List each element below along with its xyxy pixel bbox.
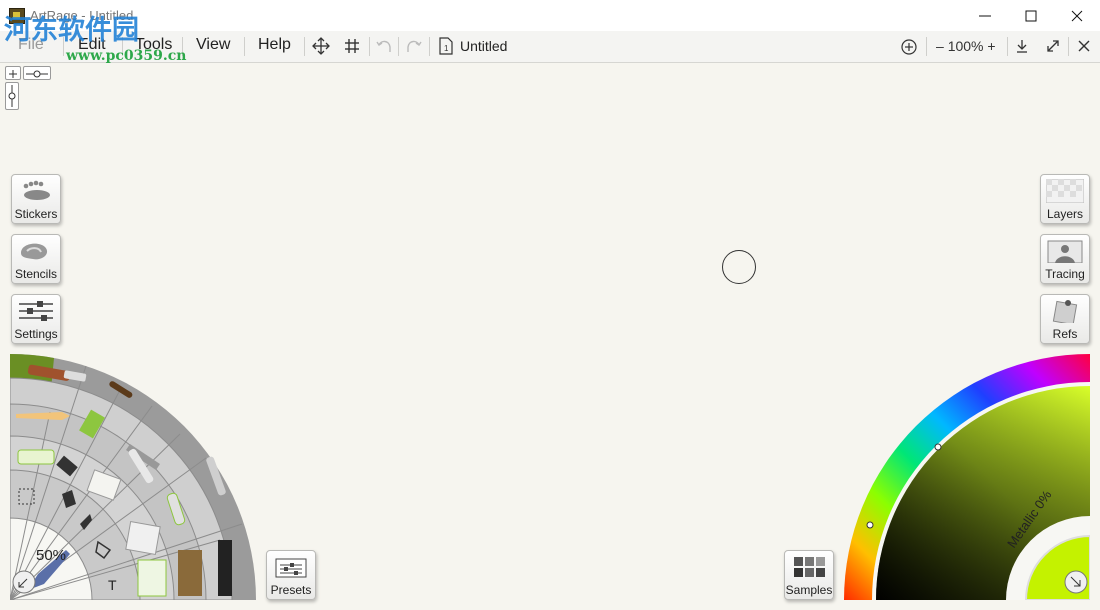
- brush-cursor: [722, 250, 756, 284]
- zoom-out-icon[interactable]: –: [936, 38, 944, 54]
- separator: [244, 37, 245, 56]
- menu-help[interactable]: Help: [258, 36, 291, 54]
- settings-sliders-icon: [19, 301, 53, 321]
- zoom-control[interactable]: – 100% +: [936, 38, 996, 54]
- rotate-canvas-button[interactable]: [899, 36, 919, 56]
- minimize-button[interactable]: [962, 0, 1008, 31]
- svg-text:T: T: [108, 577, 117, 593]
- stencils-label: Stencils: [14, 267, 58, 281]
- rotate-icon: [901, 39, 917, 55]
- close-window-button[interactable]: [1054, 0, 1100, 31]
- layers-label: Layers: [1046, 207, 1084, 221]
- tracing-button[interactable]: Tracing: [1040, 234, 1090, 284]
- separator: [369, 37, 370, 56]
- separator: [398, 37, 399, 56]
- redo-button[interactable]: [404, 36, 424, 56]
- redo-icon: [407, 40, 422, 52]
- stencil-icon: [21, 243, 48, 260]
- separator: [1007, 37, 1008, 56]
- presets-button[interactable]: Presets: [266, 550, 316, 600]
- refs-label: Refs: [1052, 327, 1078, 341]
- stencils-button[interactable]: Stencils: [11, 234, 61, 284]
- arrow-down-icon: [1017, 40, 1027, 53]
- reference-pin-icon: [1052, 300, 1078, 323]
- canvas-position-button[interactable]: [5, 66, 21, 80]
- document-button[interactable]: 1: [436, 36, 456, 56]
- move-canvas-button[interactable]: [311, 36, 331, 56]
- document-title: Untitled: [460, 38, 508, 54]
- separator: [926, 37, 927, 56]
- menu-view[interactable]: View: [196, 36, 230, 54]
- stickers-button[interactable]: Stickers: [11, 174, 61, 224]
- separator: [1068, 37, 1069, 56]
- footprint-sticker-icon: [23, 180, 50, 200]
- close-icon: [1071, 10, 1083, 21]
- undo-icon: [376, 40, 391, 52]
- brush-size-readout: 50%: [36, 547, 67, 564]
- separator: [304, 37, 305, 56]
- undo-button[interactable]: [374, 36, 394, 56]
- horizontal-slider[interactable]: [23, 66, 51, 80]
- maximize-icon: [1025, 10, 1037, 21]
- layers-icon: [1046, 179, 1084, 203]
- color-picker-graphic[interactable]: [844, 354, 1091, 601]
- title-bar: ArtRage - Untitled: [0, 0, 1100, 31]
- presets-label: Presets: [270, 583, 312, 597]
- crosshair-icon: [9, 70, 17, 78]
- tracing-label: Tracing: [1045, 267, 1085, 281]
- expand-icon: [1047, 40, 1059, 52]
- fullscreen-button[interactable]: [1043, 36, 1063, 56]
- samples-label: Samples: [785, 583, 833, 597]
- grid-button[interactable]: [342, 36, 362, 56]
- refs-button[interactable]: Refs: [1040, 294, 1090, 344]
- close-icon: [1078, 40, 1090, 52]
- collapse-button[interactable]: [1012, 36, 1032, 56]
- tracing-image-icon: [1047, 240, 1083, 263]
- presets-folder-icon: [275, 558, 307, 578]
- svg-text:1: 1: [444, 44, 449, 53]
- layers-button[interactable]: Layers: [1040, 174, 1090, 224]
- zoom-in-icon[interactable]: +: [987, 38, 995, 54]
- watermark-logo: 河东软件园: [4, 15, 139, 46]
- color-picker[interactable]: Metallic 0%: [844, 354, 1091, 601]
- stickers-label: Stickers: [14, 207, 58, 221]
- zoom-level: 100%: [947, 38, 984, 54]
- samples-button[interactable]: Samples: [784, 550, 834, 600]
- grid-icon: [345, 39, 359, 53]
- slider-icon: [8, 85, 16, 107]
- color-samples-icon: [794, 557, 825, 577]
- maximize-button[interactable]: [1008, 0, 1054, 31]
- document-icon: 1: [439, 37, 453, 55]
- slider-icon: [26, 70, 48, 78]
- settings-button[interactable]: Settings: [11, 294, 61, 344]
- vertical-slider[interactable]: [5, 82, 19, 110]
- settings-label: Settings: [14, 327, 58, 341]
- move-icon: [312, 37, 330, 55]
- separator: [429, 37, 430, 56]
- minimize-icon: [979, 15, 991, 16]
- close-document-button[interactable]: [1074, 36, 1094, 56]
- watermark-url: www.pc0359.cn: [66, 48, 187, 64]
